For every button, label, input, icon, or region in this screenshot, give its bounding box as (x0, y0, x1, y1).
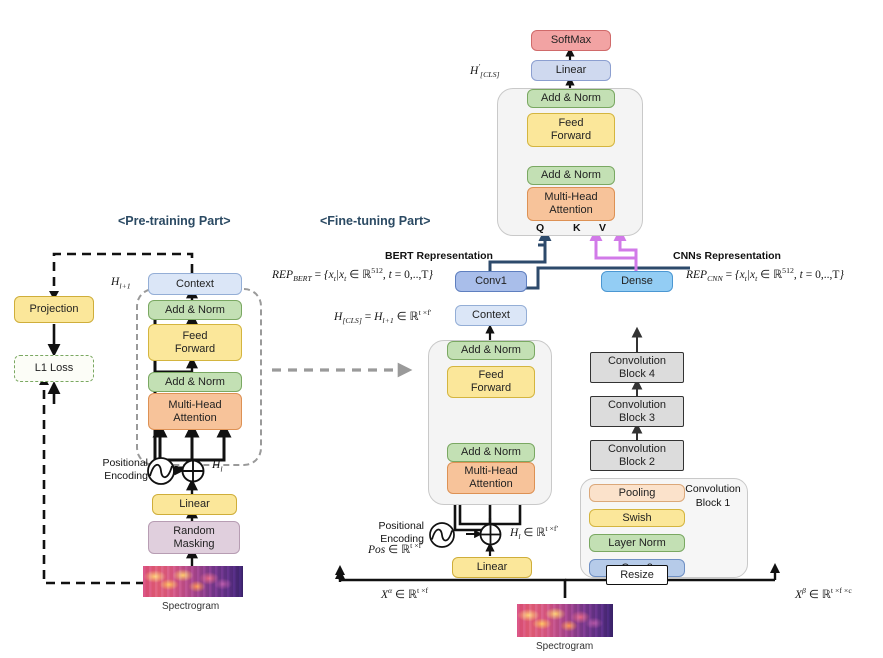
pos-equation: Pos ∈ ℝt ×f′ (368, 541, 423, 556)
finetuning-upper-add-norm-top: Add & Norm (527, 89, 615, 108)
h-l-pretraining-label: Hl (212, 459, 223, 474)
h-l-plus-1-pretraining-label: Hl+1 (111, 276, 131, 291)
finetuning-context-box: Context (455, 305, 527, 326)
finetuning-section-title: <Fine-tuning Part> (320, 214, 431, 228)
layer-norm-box: Layer Norm (589, 534, 685, 552)
pretraining-linear-box: Linear (152, 494, 237, 515)
q-port-label: Q (536, 222, 545, 234)
convolution-block-3: Convolution Block 3 (590, 396, 684, 427)
convolution-block-1-label: Convolution Block 1 (685, 483, 741, 509)
pooling-box: Pooling (589, 484, 685, 502)
rep-bert-equation: REPBERT = {xt|xt ∈ ℝ512, t = 0,..,T} (272, 266, 433, 284)
h-cls-equation: H[CLS] = Hl+1 ∈ ℝt ×f′ (334, 308, 432, 326)
pretraining-add-operator-icon (181, 459, 205, 483)
finetuning-lower-add-norm-top: Add & Norm (447, 341, 535, 360)
projection-box: Projection (14, 296, 94, 323)
finetuning-linear-top-box: Linear (531, 60, 611, 81)
dense-box: Dense (601, 271, 673, 292)
cnns-representation-title: CNNs Representation (673, 250, 781, 262)
conv1-box: Conv1 (455, 271, 527, 292)
finetuning-linear-bottom-box: Linear (452, 557, 532, 578)
h-l-finetuning-equation: Hl ∈ ℝt ×f′ (510, 524, 559, 542)
finetuning-add-operator-icon (479, 523, 502, 546)
finetuning-lower-add-norm-bottom: Add & Norm (447, 443, 535, 462)
bert-representation-title: BERT Representation (385, 250, 493, 262)
finetuning-upper-add-norm-bottom: Add & Norm (527, 166, 615, 185)
convolution-block-2: Convolution Block 2 (590, 440, 684, 471)
finetuning-lower-multi-head-attention: Multi-Head Attention (447, 462, 535, 494)
h-cls-prime-label: H′[CLS] (470, 62, 500, 80)
pretraining-spectrogram-image (143, 566, 243, 597)
pretraining-section-title: <Pre-training Part> (118, 214, 231, 228)
positional-encoding-sine-icon (147, 457, 175, 485)
pretraining-spectrogram-caption: Spectrogram (162, 601, 220, 612)
l1-loss-box: L1 Loss (14, 355, 94, 382)
x-alpha-equation: Xα ∈ ℝt ×f (381, 586, 429, 601)
resize-box: Resize (606, 565, 668, 585)
swish-box: Swish (589, 509, 685, 527)
pretraining-context-box: Context (148, 273, 242, 295)
k-port-label: K (573, 222, 581, 234)
connector-layer (39, 47, 781, 598)
pretraining-add-norm-bottom: Add & Norm (148, 372, 242, 392)
convolution-block-4: Convolution Block 4 (590, 352, 684, 383)
x-beta-equation: Xβ ∈ ℝt ×f ×c (795, 586, 852, 601)
softmax-box: SoftMax (531, 30, 611, 51)
pretraining-add-norm-top: Add & Norm (148, 300, 242, 320)
finetuning-upper-feed-forward: Feed Forward (527, 113, 615, 147)
finetuning-lower-feed-forward: Feed Forward (447, 366, 535, 398)
bottom-spectrogram-image (517, 604, 613, 637)
pretraining-multi-head-attention: Multi-Head Attention (148, 393, 242, 430)
pretraining-positional-encoding-label: Positional Encoding (102, 457, 148, 483)
finetuning-positional-encoding-sine-icon (429, 522, 455, 548)
finetuning-upper-multi-head-attention: Multi-Head Attention (527, 187, 615, 221)
diagram-canvas: <Pre-training Part> Projection L1 Loss C… (0, 0, 883, 658)
rep-cnn-equation: REPCNN = {xt|xt ∈ ℝ512, t = 0,..,T} (686, 266, 844, 284)
v-port-label: V (599, 222, 607, 234)
bottom-spectrogram-caption: Spectrogram (536, 641, 594, 652)
pretraining-feed-forward: Feed Forward (148, 324, 242, 361)
random-masking-box: Random Masking (148, 521, 240, 554)
